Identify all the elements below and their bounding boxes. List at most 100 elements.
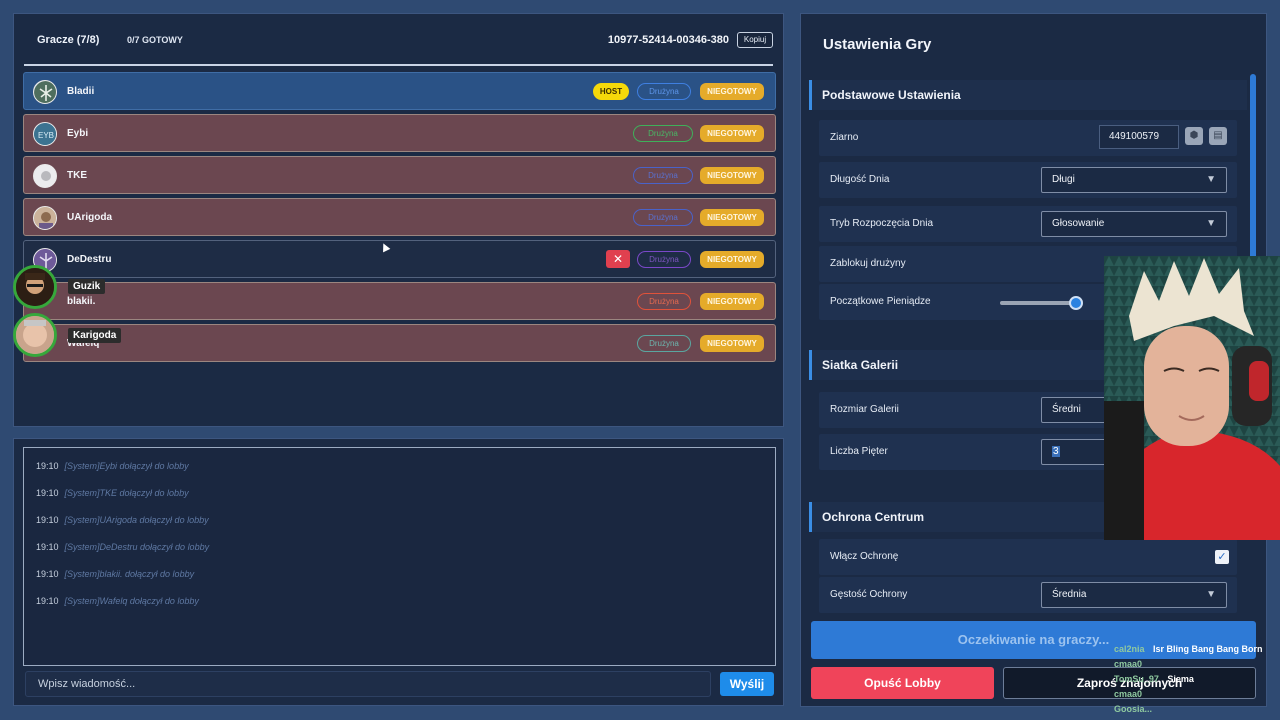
player-row: Wafelq Drużyna NIEGOTOWY — [23, 324, 776, 362]
copy-icon[interactable]: ▤ — [1209, 127, 1227, 145]
team-button[interactable]: Drużyna — [637, 335, 691, 352]
avatar — [33, 206, 57, 230]
setting-protection-density: Gęstość Ochrony Średnia ▼ — [819, 577, 1237, 613]
chat-text: [System]UArigoda dołączył do lobby — [64, 515, 209, 525]
webcam-overlay — [1104, 256, 1280, 540]
status-badge: NIEGOTOWY — [700, 209, 764, 226]
status-badge: NIEGOTOWY — [700, 83, 764, 100]
stream-chat-line: TomSu_97 Siema — [1088, 674, 1194, 684]
stream-chat-line: Goosia... — [1088, 704, 1158, 714]
players-header: Gracze (7/8) 0/7 GOTOWY 10977-52414-0034… — [24, 14, 773, 66]
chat-log[interactable]: 19:10 [System]Eybi dołączył do lobby 19:… — [23, 447, 776, 666]
setting-day-start: Tryb Rozpoczęcia Dnia Głosowanie ▼ — [819, 206, 1237, 242]
chat-time: 19:10 — [36, 515, 59, 525]
select-value: Średni — [1052, 404, 1081, 415]
randomize-icon[interactable]: ⬢ — [1185, 127, 1203, 145]
stream-chat: cal2nia Isr Bling Bang Bang Born cmaa0 T… — [1088, 640, 1280, 720]
setting-label: Włącz Ochronę — [830, 551, 899, 562]
chat-message: 19:10 [System]UArigoda dołączył do lobby — [36, 515, 209, 525]
player-name: Eybi — [67, 128, 89, 139]
player-row: blakii. Drużyna NIEGOTOWY — [23, 282, 776, 320]
chat-time: 19:10 — [36, 461, 59, 471]
voice-avatar — [13, 265, 57, 309]
avatar — [33, 164, 57, 188]
select-value: Głosowanie — [1052, 218, 1105, 229]
player-name: DeDestru — [67, 254, 112, 265]
setting-seed: Ziarno 449100579 ⬢ ▤ — [819, 120, 1237, 156]
players-panel: Gracze (7/8) 0/7 GOTOWY 10977-52414-0034… — [13, 13, 784, 427]
chat-time: 19:10 — [36, 488, 59, 498]
chat-message: 19:10 [System]Wafelq dołączył do lobby — [36, 596, 199, 606]
floors-value: 3 — [1052, 446, 1060, 457]
team-button[interactable]: Drużyna — [633, 167, 693, 184]
player-name: TKE — [67, 170, 87, 181]
stream-chat-message: Siema — [1167, 674, 1194, 684]
send-button[interactable]: Wyślij — [720, 672, 774, 696]
player-row: TKE Drużyna NIEGOTOWY — [23, 156, 776, 194]
chat-message: 19:10 [System]TKE dołączył do lobby — [36, 488, 189, 498]
chat-message: 19:10 [System]blakii. dołączył do lobby — [36, 569, 194, 579]
chat-text: [System]TKE dołączył do lobby — [64, 488, 189, 498]
chat-text: [System]Eybi dołączył do lobby — [64, 461, 189, 471]
setting-label: Ziarno — [830, 132, 859, 143]
players-title: Gracze (7/8) — [37, 34, 100, 46]
setting-label: Rozmiar Galerii — [830, 404, 899, 415]
chat-text: [System]DeDestru dołączył do lobby — [64, 542, 210, 552]
setting-protection-toggle: Włącz Ochronę ✓ — [819, 539, 1237, 575]
chat-input[interactable]: Wpisz wiadomość... — [25, 671, 711, 697]
stream-chat-user: TomSu_97 — [1114, 674, 1159, 684]
seed-input[interactable]: 449100579 — [1099, 125, 1179, 149]
protection-density-select[interactable]: Średnia ▼ — [1041, 582, 1227, 608]
setting-label: Tryb Rozpoczęcia Dnia — [830, 218, 934, 229]
select-value: Średnia — [1052, 589, 1087, 600]
day-length-select[interactable]: Długi ▼ — [1041, 167, 1227, 193]
copy-code-button[interactable]: Kopiuj — [737, 32, 773, 48]
scrollbar-thumb[interactable] — [1250, 74, 1256, 259]
chat-time: 19:10 — [36, 596, 59, 606]
day-start-select[interactable]: Głosowanie ▼ — [1041, 211, 1227, 237]
team-button[interactable]: Drużyna — [637, 293, 691, 310]
protection-checkbox[interactable]: ✓ — [1215, 550, 1229, 564]
team-button[interactable]: Drużyna — [637, 251, 691, 268]
chat-message: 19:10 [System]DeDestru dołączył do lobby — [36, 542, 209, 552]
stream-chat-message: Isr Bling Bang Bang Born — [1153, 644, 1263, 654]
team-button[interactable]: Drużyna — [637, 83, 691, 100]
voice-avatar — [13, 313, 57, 357]
stream-chat-line: cmaa0 — [1088, 689, 1148, 699]
money-slider-track[interactable] — [1000, 301, 1078, 305]
stream-chat-user: cmaa0 — [1114, 689, 1143, 699]
settings-title: Ustawienia Gry — [823, 36, 932, 53]
status-badge: NIEGOTOWY — [700, 251, 764, 268]
voice-user-name: Guzik — [68, 279, 106, 294]
section-header-basic: Podstawowe Ustawienia — [809, 80, 1247, 110]
setting-day-length: Długość Dnia Długi ▼ — [819, 162, 1237, 198]
chat-text: [System]blakii. dołączył do lobby — [64, 569, 195, 579]
chat-message: 19:10 [System]Eybi dołączył do lobby — [36, 461, 189, 471]
player-row: Bladii HOST Drużyna NIEGOTOWY — [23, 72, 776, 110]
setting-label: Początkowe Pieniądze — [830, 296, 931, 307]
team-button[interactable]: Drużyna — [633, 125, 693, 142]
setting-label: Liczba Pięter — [830, 446, 888, 457]
chat-panel: 19:10 [System]Eybi dołączył do lobby 19:… — [13, 438, 784, 706]
status-badge: NIEGOTOWY — [700, 125, 764, 142]
avatar — [33, 80, 57, 104]
lobby-code: 10977-52414-00346-380 — [607, 34, 729, 46]
kick-player-button[interactable]: ✕ — [606, 250, 630, 268]
stream-chat-line: cal2nia Isr Bling Bang Bang Born — [1088, 644, 1263, 654]
money-slider-handle[interactable] — [1069, 296, 1083, 310]
stream-chat-user: cal2nia — [1114, 644, 1145, 654]
player-name: Bladii — [67, 86, 95, 97]
chat-time: 19:10 — [36, 569, 59, 579]
voice-user-name: Karigoda — [68, 328, 122, 343]
avatar: EYB — [33, 122, 57, 146]
stream-chat-user: cmaa0 — [1114, 659, 1143, 669]
player-row: UArigoda Drużyna NIEGOTOWY — [23, 198, 776, 236]
chat-time: 19:10 — [36, 542, 59, 552]
leave-lobby-button[interactable]: Opuść Lobby — [811, 667, 994, 699]
team-button[interactable]: Drużyna — [633, 209, 693, 226]
status-badge: NIEGOTOWY — [700, 293, 764, 310]
player-name: blakii. — [67, 296, 96, 307]
status-badge: NIEGOTOWY — [700, 167, 764, 184]
setting-label: Gęstość Ochrony — [830, 589, 908, 600]
ready-count: 0/7 GOTOWY — [127, 35, 183, 45]
